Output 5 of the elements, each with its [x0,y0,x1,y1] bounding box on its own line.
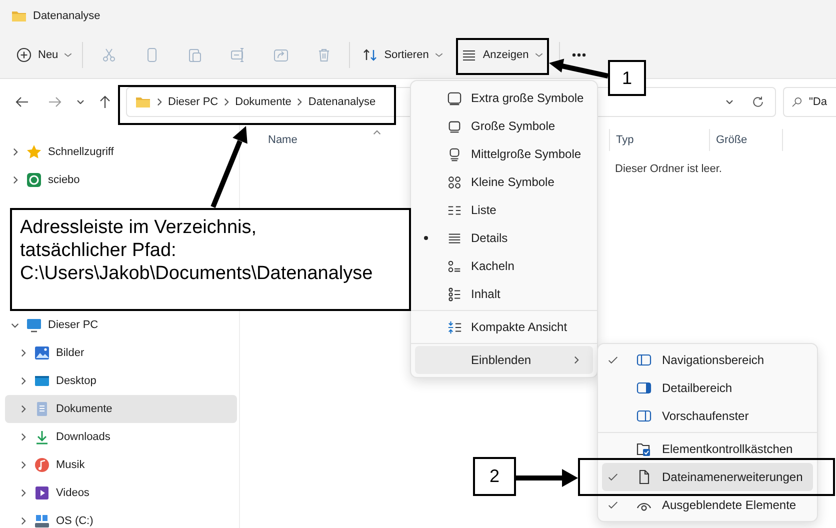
number-label: 1 [608,60,646,96]
number-label: 2 [473,457,516,496]
window-title: Datenanalyse [33,10,100,22]
empty-message: Dieser Ordner ist leer. [615,163,723,175]
callout-text: Adressleiste im Verzeichnis, tatsächlicher Pfad: C:\Users\Jakob\Documents\Datenanalyse [10,208,411,311]
